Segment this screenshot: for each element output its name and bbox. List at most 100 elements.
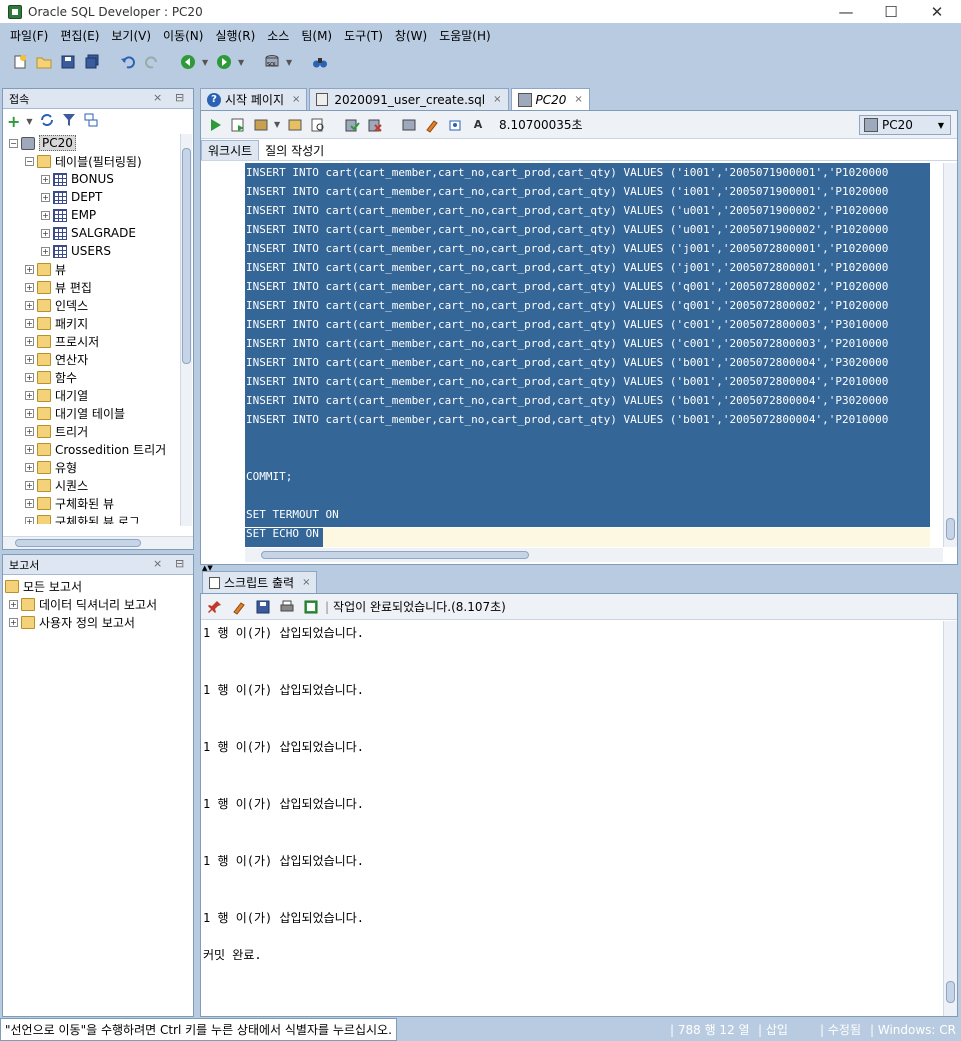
schema-browser-icon[interactable]	[83, 112, 99, 131]
tree-node-인덱스[interactable]: + 인덱스	[25, 296, 88, 314]
tree-node-salgrade[interactable]: + SALGRADE	[41, 224, 136, 242]
tree-node-유형[interactable]: + 유형	[25, 458, 77, 476]
tree-node-crossedition-트리거[interactable]: + Crossedition 트리거	[25, 440, 166, 458]
save-output-icon[interactable]	[253, 597, 273, 617]
menu-navigate[interactable]: 이동(N)	[157, 27, 209, 44]
expand-icon[interactable]: +	[41, 246, 50, 256]
menu-tools[interactable]: 도구(T)	[338, 27, 389, 44]
script-output-log-icon[interactable]	[301, 597, 321, 617]
expand-icon[interactable]: +	[25, 372, 34, 382]
tree-node-구체화된-뷰-로그[interactable]: + 구체화된 뷰 로그	[25, 512, 140, 524]
sql-code-editor[interactable]: INSERT INTO cart(cart_member,cart_no,car…	[201, 163, 944, 547]
report-node-1[interactable]: + 데이터 딕셔너리 보고서	[9, 595, 157, 613]
add-connection-icon[interactable]: +	[7, 112, 20, 131]
tree-node-함수[interactable]: + 함수	[25, 368, 77, 386]
maximize-button[interactable]: ☐	[868, 0, 914, 23]
rollback-icon[interactable]	[365, 115, 385, 135]
tree-node-대기열[interactable]: + 대기열	[25, 386, 88, 404]
sql-history-icon[interactable]	[399, 115, 419, 135]
save-all-icon[interactable]	[82, 52, 102, 72]
tree-node-테이블-필터링됨[interactable]: − 테이블(필터링됨)	[25, 152, 142, 170]
menu-run[interactable]: 실행(R)	[209, 27, 261, 44]
tree-node-users[interactable]: + USERS	[41, 242, 111, 260]
run-statement-icon[interactable]	[205, 115, 225, 135]
expand-icon[interactable]: +	[41, 210, 50, 220]
expand-icon[interactable]: +	[9, 617, 18, 627]
pin-icon[interactable]	[205, 597, 225, 617]
minimize-button[interactable]: —	[823, 0, 869, 23]
connections-vertical-scrollbar[interactable]	[180, 134, 192, 526]
reports-minimize-icon[interactable]: ⊟	[175, 557, 184, 570]
tree-node-뷰-편집[interactable]: + 뷰 편집	[25, 278, 92, 296]
tree-node-연산자[interactable]: + 연산자	[25, 350, 88, 368]
forward-dropdown-icon[interactable]: ▼	[238, 58, 246, 67]
eraser-icon[interactable]	[229, 597, 249, 617]
connections-close-icon[interactable]: ×	[153, 91, 162, 104]
save-icon[interactable]	[58, 52, 78, 72]
menu-help[interactable]: 도움말(H)	[433, 27, 497, 44]
menu-edit[interactable]: 편집(E)	[54, 27, 105, 44]
editor-vertical-scrollbar[interactable]	[943, 163, 957, 547]
sql-tuning-icon[interactable]	[308, 115, 328, 135]
tree-node-emp[interactable]: + EMP	[41, 206, 96, 224]
tree-node-dept[interactable]: + DEPT	[41, 188, 102, 206]
menu-window[interactable]: 창(W)	[389, 27, 433, 44]
menu-team[interactable]: 팀(M)	[295, 27, 338, 44]
report-node-2[interactable]: + 사용자 정의 보고서	[9, 613, 135, 631]
redo-icon[interactable]	[142, 52, 162, 72]
expand-icon[interactable]: +	[25, 426, 34, 436]
tab-worksheet[interactable]: 워크시트	[201, 140, 260, 160]
back-icon[interactable]	[178, 52, 198, 72]
close-tab-icon[interactable]: ×	[574, 94, 582, 105]
filter-icon[interactable]	[61, 112, 77, 131]
clear-icon[interactable]	[422, 115, 442, 135]
tree-node-뷰[interactable]: + 뷰	[25, 260, 66, 278]
autotrace-icon[interactable]	[251, 115, 271, 135]
open-folder-icon[interactable]	[34, 52, 54, 72]
tab-sql-file[interactable]: 2020091_user_create.sql ×	[309, 88, 509, 110]
refresh-icon[interactable]	[39, 112, 55, 131]
connections-horizontal-scrollbar[interactable]	[3, 536, 193, 549]
expand-icon[interactable]: +	[41, 174, 50, 184]
tree-node-프로시저[interactable]: + 프로시저	[25, 332, 99, 350]
close-tab-icon[interactable]: ×	[292, 94, 300, 105]
expand-icon[interactable]: +	[25, 282, 34, 292]
report-node-0[interactable]: 모든 보고서	[5, 577, 82, 595]
commit-icon[interactable]	[342, 115, 362, 135]
tree-node-bonus[interactable]: + BONUS	[41, 170, 114, 188]
expand-icon[interactable]: +	[25, 444, 34, 454]
print-icon[interactable]	[277, 597, 297, 617]
expand-icon[interactable]: +	[25, 498, 34, 508]
tree-node-패키지[interactable]: + 패키지	[25, 314, 88, 332]
expand-icon[interactable]: +	[25, 318, 34, 328]
tree-node-대기열-테이블[interactable]: + 대기열 테이블	[25, 404, 125, 422]
tree-node-트리거[interactable]: + 트리거	[25, 422, 88, 440]
menu-file[interactable]: 파일(F)	[4, 27, 54, 44]
forward-icon[interactable]	[214, 52, 234, 72]
tab-query-builder[interactable]: 질의 작성기	[259, 140, 330, 160]
back-dropdown-icon[interactable]: ▼	[202, 58, 210, 67]
insert-mode[interactable]: | 삽입	[758, 1018, 788, 1041]
tree-node-시퀀스[interactable]: + 시퀀스	[25, 476, 88, 494]
tab-script-output[interactable]: 스크립트 출력 ×	[202, 571, 318, 593]
tab-pc20-worksheet[interactable]: PC20 ×	[510, 88, 590, 110]
tree-node-구체화된-뷰[interactable]: + 구체화된 뷰	[25, 494, 114, 512]
explain-plan-icon[interactable]	[285, 115, 305, 135]
close-tab-icon[interactable]: ×	[493, 94, 501, 105]
sql-worksheet-dropdown-icon[interactable]: ▼	[286, 58, 294, 67]
undo-icon[interactable]	[118, 52, 138, 72]
close-tab-icon[interactable]: ×	[302, 577, 310, 588]
close-button[interactable]: ✕	[914, 0, 960, 23]
tab-start-page[interactable]: ? 시작 페이지 ×	[200, 88, 308, 110]
expand-icon[interactable]: +	[25, 462, 34, 472]
expand-icon[interactable]: +	[41, 228, 50, 238]
binoculars-icon[interactable]	[310, 52, 330, 72]
expand-icon[interactable]: +	[41, 192, 50, 202]
run-script-icon[interactable]	[228, 115, 248, 135]
reports-close-icon[interactable]: ×	[153, 557, 162, 570]
expand-icon[interactable]: +	[25, 390, 34, 400]
collapse-icon[interactable]: −	[25, 156, 34, 166]
menu-source[interactable]: 소스	[261, 27, 295, 44]
expand-icon[interactable]: +	[25, 516, 34, 524]
sql-worksheet-icon[interactable]: SQL	[262, 52, 282, 72]
